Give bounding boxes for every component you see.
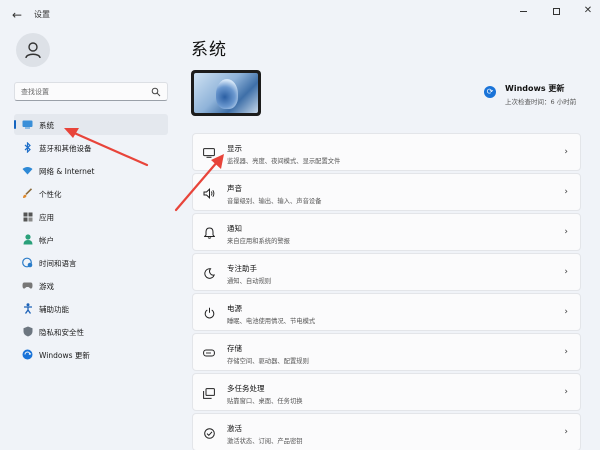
wifi-icon [22, 165, 33, 176]
card-description: 存储空间、驱动器、配置规则 [227, 358, 309, 365]
card-title: 存储 [227, 344, 242, 353]
card-title: 专注助手 [227, 264, 257, 273]
power-icon [203, 307, 215, 319]
sidebar-item-label: Windows 更新 [39, 351, 90, 360]
card-description: 睡眠、电池使用情况、节电模式 [227, 318, 316, 325]
multitask-icon [203, 387, 215, 399]
card-description: 来自应用和系统的警报 [227, 238, 290, 245]
bell-icon [203, 227, 215, 239]
chevron-right-icon: › [564, 427, 568, 437]
chevron-right-icon: › [564, 387, 568, 397]
settings-card-display[interactable]: 显示 监视器、亮度、夜间模式、显示配置文件 › [192, 133, 581, 171]
card-title: 通知 [227, 224, 242, 233]
sidebar-item-personalization[interactable]: 个性化 [14, 183, 168, 204]
moon-icon [203, 267, 215, 279]
account-icon [22, 234, 33, 245]
storage-icon [203, 347, 215, 359]
close-icon: ✕ [583, 5, 593, 16]
wallpaper-thumbnail [194, 73, 258, 113]
search-input[interactable] [21, 86, 149, 98]
window-title: 设置 [34, 10, 50, 19]
card-title: 多任务处理 [227, 384, 265, 393]
sidebar-item-label: 时间和语言 [39, 259, 77, 268]
close-button[interactable]: ✕ [577, 3, 599, 19]
sidebar-item-apps[interactable]: 应用 [14, 206, 168, 227]
activation-icon [203, 427, 215, 439]
speaker-icon [203, 187, 215, 199]
sidebar-item-windows-update[interactable]: Windows 更新 [14, 344, 168, 365]
user-icon [25, 42, 41, 59]
minimize-icon [519, 10, 527, 12]
card-description: 激活状态、订阅、产品密钥 [227, 438, 303, 445]
settings-card-activation[interactable]: 激活 激活状态、订阅、产品密钥 › [192, 413, 581, 450]
maximize-button[interactable] [545, 3, 567, 19]
bloom-graphic [216, 79, 238, 109]
sidebar-item-label: 蓝牙和其他设备 [39, 144, 92, 153]
windows-update-icon [22, 349, 33, 360]
chevron-right-icon: › [564, 187, 568, 197]
device-preview[interactable] [191, 70, 261, 116]
accessibility-icon [22, 303, 33, 314]
chevron-right-icon: › [564, 227, 568, 237]
settings-card-power[interactable]: 电源 睡眠、电池使用情况、节电模式 › [192, 293, 581, 331]
card-description: 监视器、亮度、夜间模式、显示配置文件 [227, 158, 341, 165]
windows-update-status-icon[interactable]: ⟳ [484, 86, 496, 98]
sidebar-item-gaming[interactable]: 游戏 [14, 275, 168, 296]
sidebar-item-label: 网络 & Internet [39, 167, 95, 176]
settings-window: ← 设置 ✕ 系统 蓝牙和其他设备 网络 [0, 0, 600, 450]
sidebar-item-system[interactable]: 系统 [14, 114, 168, 135]
sidebar-item-bluetooth[interactable]: 蓝牙和其他设备 [14, 137, 168, 158]
sidebar-item-network[interactable]: 网络 & Internet [14, 160, 168, 181]
card-description: 音量级别、输出、输入、声音设备 [227, 198, 322, 205]
card-title: 显示 [227, 144, 242, 153]
search-icon[interactable] [151, 87, 161, 97]
card-description: 通知、自动规则 [227, 278, 272, 285]
display-icon [203, 147, 215, 159]
settings-card-multitasking[interactable]: 多任务处理 贴靠窗口、桌面、任务切换 › [192, 373, 581, 411]
settings-card-sound[interactable]: 声音 音量级别、输出、输入、声音设备 › [192, 173, 581, 211]
card-description: 贴靠窗口、桌面、任务切换 [227, 398, 303, 405]
minimize-button[interactable] [512, 3, 534, 19]
search-box[interactable] [14, 82, 168, 101]
sidebar-item-label: 游戏 [39, 282, 54, 291]
chevron-right-icon: › [564, 307, 568, 317]
monitor-icon [22, 119, 33, 130]
globe-clock-icon [22, 257, 33, 268]
card-title: 激活 [227, 424, 242, 433]
title-bar: ← 设置 ✕ [0, 0, 600, 30]
sidebar-item-label: 应用 [39, 213, 54, 222]
update-title[interactable]: Windows 更新 [505, 83, 564, 94]
bluetooth-icon [22, 142, 33, 153]
brush-icon [22, 188, 33, 199]
chevron-right-icon: › [564, 347, 568, 357]
sidebar-item-label: 帐户 [39, 236, 54, 245]
card-title: 声音 [227, 184, 242, 193]
active-indicator [14, 120, 16, 129]
back-button[interactable]: ← [10, 8, 24, 22]
sidebar-item-time-language[interactable]: 时间和语言 [14, 252, 168, 273]
sidebar-item-label: 个性化 [39, 190, 62, 199]
maximize-icon [552, 7, 560, 15]
settings-card-notifications[interactable]: 通知 来自应用和系统的警报 › [192, 213, 581, 251]
sidebar-item-accounts[interactable]: 帐户 [14, 229, 168, 250]
apps-icon [22, 211, 33, 222]
sidebar-item-label: 辅助功能 [39, 305, 69, 314]
settings-card-focus-assist[interactable]: 专注助手 通知、自动规则 › [192, 253, 581, 291]
update-subtitle: 上次检查时间：6 小时前 [505, 98, 577, 106]
sidebar-item-privacy[interactable]: 隐私和安全性 [14, 321, 168, 342]
sidebar-item-label: 系统 [39, 121, 54, 130]
settings-card-storage[interactable]: 存储 存储空间、驱动器、配置规则 › [192, 333, 581, 371]
chevron-right-icon: › [564, 147, 568, 157]
card-title: 电源 [227, 304, 242, 313]
chevron-right-icon: › [564, 267, 568, 277]
sidebar-item-label: 隐私和安全性 [39, 328, 84, 337]
shield-icon [22, 326, 33, 337]
gamepad-icon [22, 280, 33, 291]
avatar[interactable] [16, 33, 50, 67]
page-title: 系统 [191, 40, 227, 60]
sidebar-item-accessibility[interactable]: 辅助功能 [14, 298, 168, 319]
